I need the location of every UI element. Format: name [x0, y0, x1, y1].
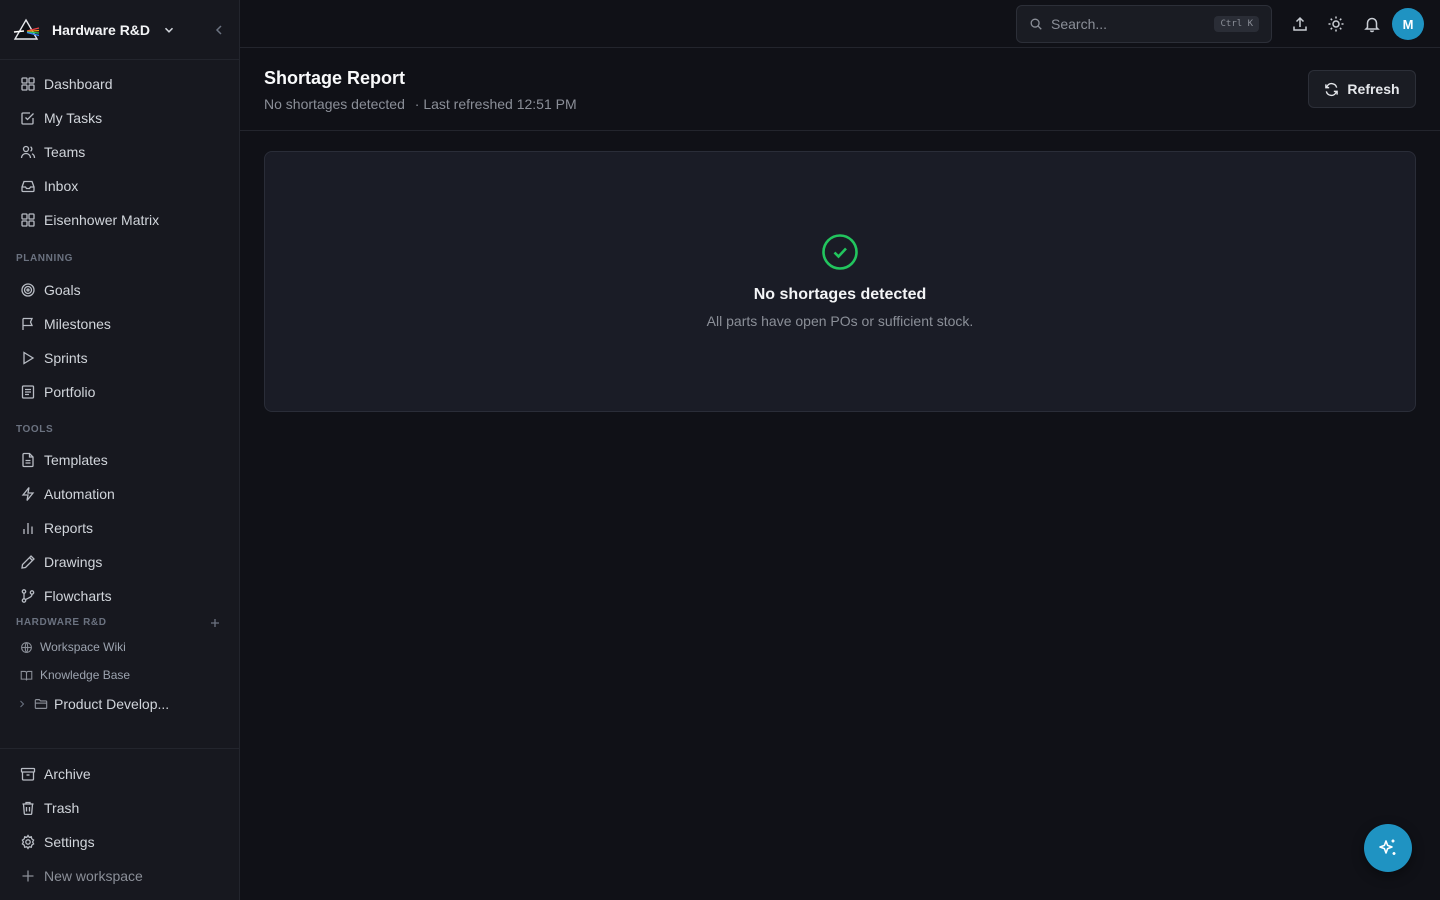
book-icon	[20, 670, 33, 680]
sidebar-item-templates[interactable]: Templates	[12, 445, 228, 475]
section-label-planning: PLANNING	[16, 253, 74, 264]
sidebar-item-label: Flowcharts	[44, 588, 112, 604]
sidebar-item-automation[interactable]: Automation	[12, 479, 228, 509]
workspace-logo-icon	[13, 18, 40, 40]
refresh-icon	[1325, 82, 1339, 96]
page-header: Shortage Report No shortages detected · …	[240, 48, 1440, 131]
sidebar-item-inbox[interactable]: Inbox	[12, 171, 228, 201]
sidebar-item-label: Templates	[44, 452, 108, 468]
sidebar-item-label: Portfolio	[44, 384, 96, 400]
bell-icon[interactable]	[1363, 15, 1381, 33]
globe-icon	[21, 641, 32, 653]
sidebar-item-eisenhower-matrix[interactable]: Eisenhower Matrix	[12, 205, 228, 235]
sidebar-item-settings[interactable]: Settings	[12, 827, 228, 857]
check-circle-icon	[822, 234, 858, 270]
sidebar-item-flowcharts[interactable]: Flowcharts	[12, 581, 228, 611]
empty-state-card: No shortages detected All parts have ope…	[264, 151, 1416, 412]
shortage-status: No shortages detected	[264, 96, 405, 112]
sidebar-item-label: Goals	[44, 282, 81, 298]
sidebar-item-reports[interactable]: Reports	[12, 513, 228, 543]
sidebar-item-label: Eisenhower Matrix	[44, 212, 160, 228]
sidebar: Hardware R&D Dashboard My Tasks Teams In…	[0, 0, 240, 900]
users-icon	[20, 145, 36, 159]
empty-state-title: No shortages detected	[753, 286, 927, 303]
sidebar-item-sprints[interactable]: Sprints	[12, 343, 228, 373]
sidebar-item-teams[interactable]: Teams	[12, 137, 228, 167]
refresh-label: Refresh	[1347, 81, 1400, 97]
ai-assistant-button[interactable]	[1364, 824, 1412, 872]
sidebar-item-archive[interactable]: Archive	[12, 759, 228, 789]
sidebar-item-label: Reports	[44, 520, 94, 536]
dashboard-icon	[21, 77, 35, 91]
sidebar-item-label: Milestones	[44, 316, 111, 332]
pen-icon	[21, 555, 35, 569]
sidebar-item-label: Archive	[44, 766, 91, 782]
sidebar-folder-product-development[interactable]: Product Develop...	[12, 689, 228, 719]
task-check-icon	[21, 112, 34, 125]
add-page-icon[interactable]	[208, 616, 222, 630]
workspace-switcher[interactable]: Hardware R&D	[0, 0, 239, 60]
workspace-name: Hardware R&D	[52, 21, 151, 38]
inbox-icon	[21, 180, 35, 193]
sidebar-divider	[0, 748, 239, 749]
sidebar-item-drawings[interactable]: Drawings	[12, 547, 228, 577]
sidebar-item-label: New workspace	[44, 868, 143, 884]
sidebar-item-portfolio[interactable]: Portfolio	[12, 377, 228, 407]
sidebar-item-trash[interactable]: Trash	[12, 793, 228, 823]
sidebar-item-label: Settings	[44, 834, 95, 850]
section-label-workspace: HARDWARE R&D	[16, 617, 107, 628]
sidebar-item-milestones[interactable]: Milestones	[12, 309, 228, 339]
flag-icon	[22, 317, 33, 330]
sidebar-item-label: Drawings	[44, 554, 103, 570]
search-shortcut: Ctrl K	[1214, 16, 1259, 32]
target-icon	[21, 283, 35, 297]
bolt-icon	[21, 487, 35, 501]
folder-icon	[34, 699, 48, 709]
git-branch-icon	[21, 589, 35, 603]
sidebar-item-my-tasks[interactable]: My Tasks	[12, 103, 228, 133]
sidebar-item-label: Product Develop...	[54, 696, 170, 712]
sidebar-item-label: Teams	[44, 144, 86, 160]
new-workspace-button[interactable]: New workspace	[12, 861, 228, 891]
sidebar-item-label: Trash	[44, 800, 80, 816]
last-refreshed: · Last refreshed 12:51 PM	[414, 96, 577, 112]
sidebar-item-label: Automation	[44, 486, 115, 502]
chevron-down-icon[interactable]	[162, 23, 176, 37]
sidebar-item-label: Knowledge Base	[40, 668, 131, 682]
empty-state-description: All parts have open POs or sufficient st…	[706, 313, 974, 329]
sidebar-item-label: Workspace Wiki	[40, 640, 126, 654]
file-icon	[22, 452, 34, 468]
sparkles-icon	[1379, 839, 1396, 855]
refresh-button[interactable]: Refresh	[1308, 70, 1416, 108]
topbar: Ctrl K M	[240, 0, 1440, 48]
avatar[interactable]: M	[1392, 8, 1424, 40]
trash-icon	[22, 801, 34, 816]
bar-chart-icon	[23, 523, 33, 534]
gear-icon	[21, 834, 35, 850]
sidebar-item-label: Sprints	[44, 350, 88, 366]
plus-icon	[22, 870, 34, 882]
archive-icon	[20, 767, 36, 781]
search-box[interactable]: Ctrl K	[1016, 5, 1272, 43]
page-title: Shortage Report	[264, 68, 406, 88]
sun-icon[interactable]	[1327, 15, 1345, 33]
section-label-tools: TOOLS	[16, 424, 54, 435]
chevron-right-icon[interactable]	[16, 698, 28, 710]
search-input[interactable]	[1051, 16, 1201, 32]
portfolio-icon	[21, 385, 35, 399]
collapse-sidebar-icon[interactable]	[211, 22, 227, 38]
sidebar-item-goals[interactable]: Goals	[12, 275, 228, 305]
play-icon	[23, 351, 35, 365]
sidebar-item-knowledge-base[interactable]: Knowledge Base	[12, 663, 228, 687]
sidebar-item-workspace-wiki[interactable]: Workspace Wiki	[12, 635, 228, 659]
grid-icon	[21, 213, 35, 227]
search-icon	[1030, 18, 1042, 30]
upload-icon[interactable]	[1291, 15, 1309, 33]
sidebar-item-label: Inbox	[44, 178, 79, 194]
page-subtitle: No shortages detected · Last refreshed 1…	[264, 96, 577, 112]
sidebar-item-label: My Tasks	[44, 110, 103, 126]
sidebar-item-dashboard[interactable]: Dashboard	[12, 69, 228, 99]
sidebar-item-label: Dashboard	[44, 76, 113, 92]
